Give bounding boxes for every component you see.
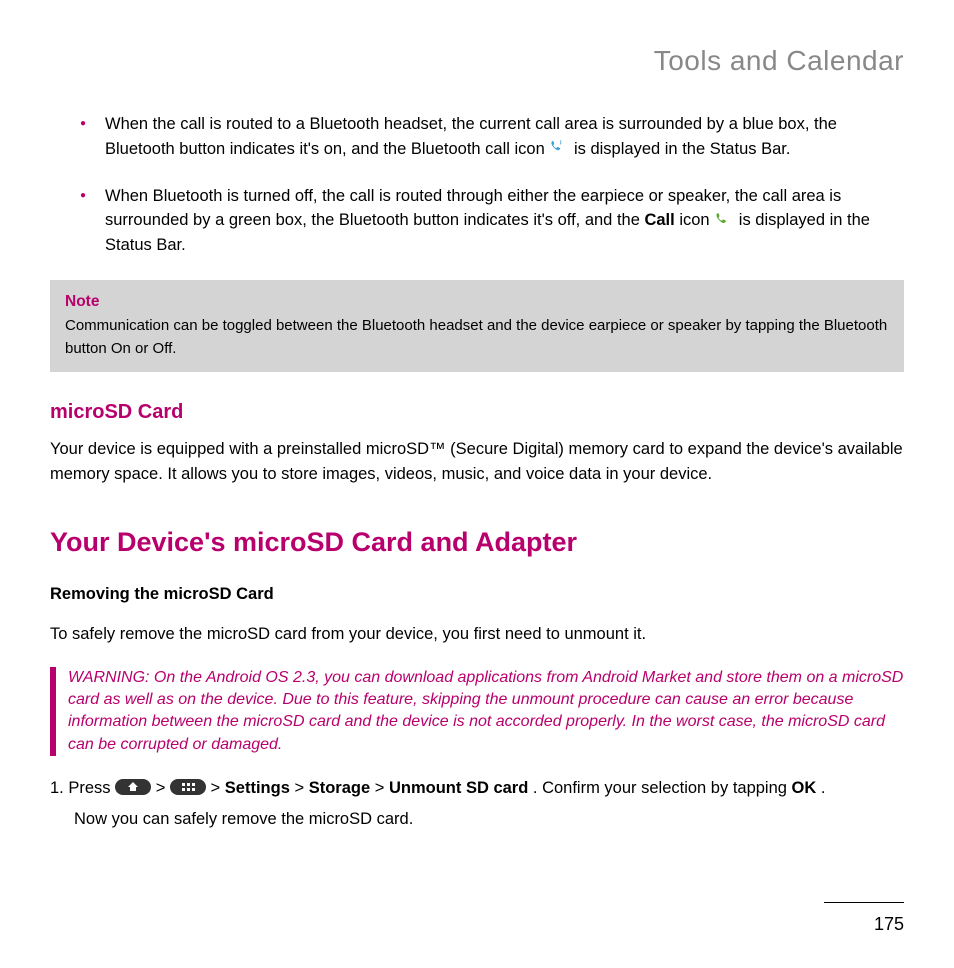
step-unmount: Unmount SD card bbox=[389, 779, 528, 797]
warning-box: WARNING: On the Android OS 2.3, you can … bbox=[50, 667, 904, 757]
bullet-2-mid: icon bbox=[679, 211, 714, 229]
bullet-item-1: When the call is routed to a Bluetooth h… bbox=[80, 112, 904, 162]
page-title: Tools and Calendar bbox=[50, 40, 904, 82]
sep2: > bbox=[211, 779, 225, 797]
step-number: 1. bbox=[50, 779, 64, 797]
sep3: > bbox=[294, 779, 308, 797]
step-confirm: . Confirm your selection by tapping bbox=[533, 779, 792, 797]
bullet-list: When the call is routed to a Bluetooth h… bbox=[80, 112, 904, 258]
step-settings: Settings bbox=[225, 779, 290, 797]
step-press: Press bbox=[68, 779, 115, 797]
note-title: Note bbox=[65, 290, 889, 313]
sep1: > bbox=[156, 779, 170, 797]
home-button-icon bbox=[115, 779, 151, 795]
section-heading-microsd: microSD Card bbox=[50, 397, 904, 427]
step-ok: OK bbox=[792, 779, 817, 797]
bullet-item-2: When Bluetooth is turned off, the call i… bbox=[80, 184, 904, 258]
sep4: > bbox=[375, 779, 389, 797]
section2-body: To safely remove the microSD card from y… bbox=[50, 622, 904, 647]
subheading-removing: Removing the microSD Card bbox=[50, 582, 904, 607]
step-period: . bbox=[821, 779, 826, 797]
section-heading-adapter: Your Device's microSD Card and Adapter bbox=[50, 522, 904, 563]
section1-body: Your device is equipped with a preinstal… bbox=[50, 437, 904, 487]
bullet-1-post: is displayed in the Status Bar. bbox=[574, 140, 790, 158]
note-box: Note Communication can be toggled betwee… bbox=[50, 280, 904, 372]
step-storage: Storage bbox=[309, 779, 370, 797]
note-body: Communication can be toggled between the… bbox=[65, 315, 889, 360]
apps-button-icon bbox=[170, 779, 206, 795]
steps-list: 1. Press > > Settings > Storage > Unmoun… bbox=[50, 776, 904, 832]
bluetooth-call-icon bbox=[549, 139, 569, 155]
step-line2: Now you can safely remove the microSD ca… bbox=[74, 807, 904, 832]
footer-rule bbox=[824, 902, 904, 903]
page-number: 175 bbox=[50, 911, 904, 938]
call-icon bbox=[714, 211, 734, 227]
warning-text: WARNING: On the Android OS 2.3, you can … bbox=[68, 669, 903, 753]
step-1: 1. Press > > Settings > Storage > Unmoun… bbox=[50, 776, 904, 832]
bullet-2-bold: Call bbox=[644, 211, 674, 229]
